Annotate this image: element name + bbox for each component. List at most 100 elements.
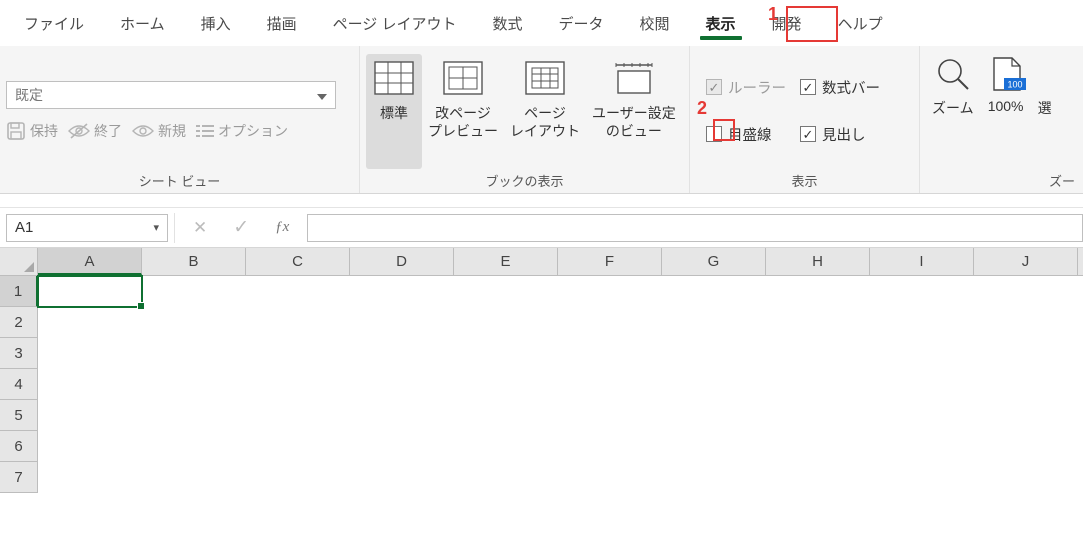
col-header[interactable]: H bbox=[766, 248, 870, 275]
cell[interactable] bbox=[766, 307, 870, 338]
tab-insert[interactable]: 挿入 bbox=[183, 3, 249, 44]
col-header[interactable]: J bbox=[974, 248, 1078, 275]
cell[interactable] bbox=[454, 431, 558, 462]
cell[interactable] bbox=[974, 338, 1078, 369]
row-header[interactable]: 4 bbox=[0, 369, 38, 400]
cell[interactable] bbox=[454, 276, 558, 307]
cell[interactable] bbox=[870, 369, 974, 400]
cell[interactable] bbox=[558, 338, 662, 369]
cell[interactable] bbox=[454, 307, 558, 338]
cell[interactable] bbox=[558, 462, 662, 493]
cell[interactable] bbox=[142, 276, 246, 307]
zoom-button[interactable]: ズーム bbox=[926, 54, 980, 120]
cell[interactable] bbox=[662, 276, 766, 307]
cell[interactable] bbox=[766, 276, 870, 307]
zoom-selection-button[interactable]: 選 bbox=[1032, 54, 1052, 120]
cell[interactable] bbox=[558, 276, 662, 307]
cell[interactable] bbox=[142, 369, 246, 400]
cell[interactable] bbox=[558, 369, 662, 400]
cell[interactable] bbox=[246, 431, 350, 462]
cell[interactable] bbox=[246, 369, 350, 400]
cell[interactable] bbox=[454, 462, 558, 493]
cell[interactable] bbox=[558, 307, 662, 338]
cell[interactable] bbox=[766, 338, 870, 369]
cell[interactable] bbox=[974, 276, 1078, 307]
sheet-view-select[interactable]: 既定 bbox=[6, 81, 336, 109]
tab-file[interactable]: ファイル bbox=[6, 3, 102, 44]
cell[interactable] bbox=[38, 462, 142, 493]
view-custom-button[interactable]: ユーザー設定 のビュー bbox=[586, 54, 682, 169]
cell[interactable] bbox=[454, 400, 558, 431]
cell[interactable] bbox=[350, 431, 454, 462]
cell[interactable] bbox=[870, 431, 974, 462]
cell[interactable] bbox=[142, 338, 246, 369]
tab-formulas[interactable]: 数式 bbox=[474, 3, 540, 44]
row-header[interactable]: 6 bbox=[0, 431, 38, 462]
cell[interactable] bbox=[870, 307, 974, 338]
cell[interactable] bbox=[974, 462, 1078, 493]
cell[interactable] bbox=[974, 307, 1078, 338]
tab-review[interactable]: 校閲 bbox=[622, 3, 688, 44]
checkbox-formula-bar[interactable]: ✓ 数式バー bbox=[800, 77, 880, 98]
cell[interactable] bbox=[766, 462, 870, 493]
view-normal-button[interactable]: 標準 bbox=[366, 54, 422, 169]
row-header[interactable]: 2 bbox=[0, 307, 38, 338]
col-header[interactable]: C bbox=[246, 248, 350, 275]
cell[interactable] bbox=[350, 462, 454, 493]
tab-page-layout[interactable]: ページ レイアウト bbox=[315, 3, 475, 44]
cell[interactable] bbox=[454, 369, 558, 400]
cell[interactable] bbox=[38, 307, 142, 338]
cell[interactable] bbox=[974, 369, 1078, 400]
col-header[interactable]: E bbox=[454, 248, 558, 275]
cell[interactable] bbox=[870, 338, 974, 369]
col-header[interactable]: D bbox=[350, 248, 454, 275]
cell[interactable] bbox=[38, 369, 142, 400]
checkbox-headings[interactable]: ✓ 見出し bbox=[800, 124, 880, 145]
cell[interactable] bbox=[558, 431, 662, 462]
select-all-corner[interactable] bbox=[0, 248, 38, 275]
cell[interactable] bbox=[870, 276, 974, 307]
view-pagebreak-button[interactable]: 改ページ プレビュー bbox=[422, 54, 504, 169]
col-header[interactable]: F bbox=[558, 248, 662, 275]
cell[interactable] bbox=[766, 400, 870, 431]
name-box[interactable]: A1 ▾ bbox=[6, 214, 168, 242]
cell[interactable] bbox=[766, 431, 870, 462]
cell[interactable] bbox=[350, 338, 454, 369]
cell[interactable] bbox=[246, 462, 350, 493]
formula-input[interactable] bbox=[307, 214, 1083, 242]
cell[interactable] bbox=[142, 462, 246, 493]
cell[interactable] bbox=[142, 431, 246, 462]
cell[interactable] bbox=[662, 400, 766, 431]
cell[interactable] bbox=[38, 400, 142, 431]
cell[interactable] bbox=[142, 307, 246, 338]
cell[interactable] bbox=[142, 400, 246, 431]
cell[interactable] bbox=[662, 307, 766, 338]
cell[interactable] bbox=[350, 369, 454, 400]
view-pagelayout-button[interactable]: ページ レイアウト bbox=[504, 54, 586, 169]
tab-draw[interactable]: 描画 bbox=[249, 3, 315, 44]
row-header[interactable]: 1 bbox=[0, 276, 38, 307]
tab-data[interactable]: データ bbox=[541, 3, 622, 44]
cell[interactable] bbox=[38, 431, 142, 462]
fx-icon[interactable]: ƒx bbox=[275, 219, 289, 236]
tab-home[interactable]: ホーム bbox=[102, 3, 183, 44]
cell[interactable] bbox=[350, 400, 454, 431]
cell[interactable] bbox=[246, 307, 350, 338]
row-header[interactable]: 7 bbox=[0, 462, 38, 493]
cell[interactable] bbox=[974, 431, 1078, 462]
col-header[interactable]: A bbox=[38, 248, 142, 275]
cell[interactable] bbox=[558, 400, 662, 431]
cell[interactable] bbox=[350, 307, 454, 338]
checkbox-gridlines[interactable]: 目盛線 bbox=[706, 124, 786, 145]
cell[interactable] bbox=[350, 276, 454, 307]
cell[interactable] bbox=[38, 338, 142, 369]
col-header[interactable]: B bbox=[142, 248, 246, 275]
row-header[interactable]: 3 bbox=[0, 338, 38, 369]
cell[interactable] bbox=[662, 462, 766, 493]
cell[interactable] bbox=[246, 400, 350, 431]
cell[interactable] bbox=[246, 338, 350, 369]
cell-a1[interactable] bbox=[38, 276, 142, 307]
col-header[interactable]: G bbox=[662, 248, 766, 275]
cell[interactable] bbox=[974, 400, 1078, 431]
cell[interactable] bbox=[766, 369, 870, 400]
